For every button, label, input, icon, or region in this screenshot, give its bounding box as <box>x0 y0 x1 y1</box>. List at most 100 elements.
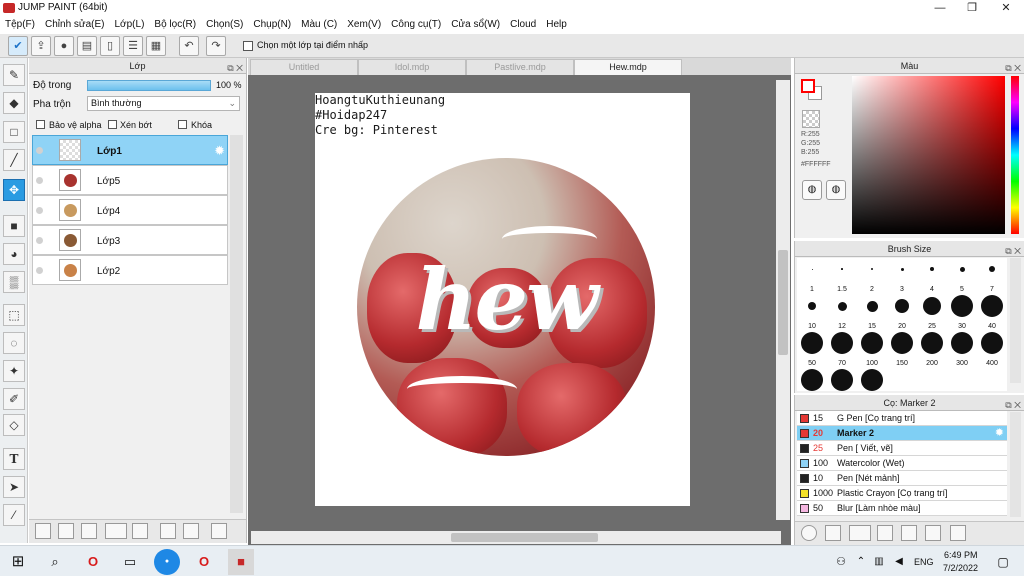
brush-list-item[interactable]: 100 Watercolor (Wet) <box>797 456 1007 471</box>
brush-size-cell[interactable]: 1.5 <box>827 258 857 293</box>
duplicate-brush-icon[interactable] <box>925 525 941 541</box>
trash-icon[interactable] <box>211 523 227 539</box>
brush-size-cell[interactable]: 1 <box>797 258 827 293</box>
brush-size-cell[interactable]: 7 <box>977 258 1007 293</box>
brush-size-cell[interactable]: 200 <box>917 332 947 367</box>
brush-list-item[interactable]: 1000 Plastic Crayon [Cọ trang trí] <box>797 486 1007 501</box>
comment-box-icon[interactable]: ▤ <box>77 36 97 56</box>
shape-icon[interactable]: □ <box>3 121 25 143</box>
canvas-horizontal-scroll-thumb[interactable] <box>451 533 598 542</box>
new-layer-1bit-icon[interactable] <box>81 523 97 539</box>
menu-layer[interactable]: Lớp(L) <box>110 16 150 34</box>
canvas-vertical-scroll-thumb[interactable] <box>778 250 788 355</box>
panel-float-icon[interactable]: ⧉ ✕ <box>1005 60 1021 76</box>
folder-icon[interactable] <box>901 525 917 541</box>
volume-icon[interactable]: ◀ <box>886 549 912 575</box>
explorer-icon[interactable]: ▭ <box>117 549 143 575</box>
trash-icon[interactable] <box>950 525 966 541</box>
menu-select[interactable]: Chọn(S) <box>201 16 248 34</box>
brush-size-cell[interactable]: 40 <box>977 295 1007 330</box>
layer-row[interactable]: Lớp4 <box>32 195 228 225</box>
panel-float-icon[interactable]: ⧉ ✕ <box>1005 397 1021 413</box>
fill-square-icon[interactable]: ■ <box>3 215 25 237</box>
protect-alpha-checkbox[interactable] <box>36 120 45 129</box>
menu-file[interactable]: Tệp(F) <box>0 16 40 34</box>
brush-size-cell[interactable]: 2 <box>857 258 887 293</box>
menu-window[interactable]: Cửa sổ(W) <box>446 16 505 34</box>
menu-edit[interactable]: Chỉnh sửa(E) <box>40 16 110 34</box>
brush-size-cell[interactable]: 25 <box>917 295 947 330</box>
new-layer-icon[interactable] <box>35 523 51 539</box>
zalo-icon[interactable]: ● <box>154 549 180 575</box>
brush-list-item[interactable]: 15 G Pen [Cọ trang trí] <box>797 411 1007 426</box>
select-pen-icon[interactable]: ✐ <box>3 388 25 410</box>
maximize-button[interactable]: ❐ <box>956 0 988 16</box>
clip-checkbox[interactable] <box>108 120 117 129</box>
menu-help[interactable]: Help <box>541 16 572 34</box>
search-icon[interactable]: ⌕ <box>42 549 68 575</box>
brush-size-cell[interactable]: 15 <box>857 295 887 330</box>
brush-list-scrollbar[interactable] <box>1010 412 1021 517</box>
document-icon[interactable]: ▯ <box>100 36 120 56</box>
gear-icon[interactable]: ✹ <box>995 426 1004 440</box>
visibility-icon[interactable] <box>36 207 43 214</box>
brush-list-item[interactable]: 20 Marker 2 ✹ <box>797 426 1007 441</box>
layer-row[interactable]: Lớp3 <box>32 225 228 255</box>
hue-slider[interactable] <box>1011 76 1019 234</box>
transparent-swatch[interactable] <box>802 110 820 128</box>
brush-size-cell[interactable]: 50 <box>797 332 827 367</box>
layer-row[interactable]: Lớp2 <box>32 255 228 285</box>
brush-icon[interactable]: ✎ <box>3 64 25 86</box>
speech-bubble-icon[interactable]: ● <box>54 36 74 56</box>
checklist-icon[interactable]: ▦ <box>146 36 166 56</box>
tab-pastlive[interactable]: Pastlive.mdp <box>466 59 574 75</box>
brush-size-cell[interactable]: 4 <box>917 258 947 293</box>
opacity-slider[interactable] <box>87 80 211 91</box>
brush-size-cell[interactable]: 150 <box>887 332 917 367</box>
layer-row[interactable]: Lớp1 ✹ <box>32 135 228 165</box>
tab-idol[interactable]: Idol.mdp <box>358 59 466 75</box>
new-brush-icon[interactable] <box>825 525 841 541</box>
windows-start-icon[interactable]: ⊞ <box>5 549 31 575</box>
magic-wand-icon[interactable]: ✦ <box>3 360 25 382</box>
tab-untitled[interactable]: Untitled <box>250 59 358 75</box>
minimize-button[interactable]: — <box>924 0 956 16</box>
rect-select-icon[interactable]: ⬚ <box>3 304 25 326</box>
brush-size-cell[interactable]: 300 <box>947 332 977 367</box>
export-icon[interactable]: ⇪ <box>31 36 51 56</box>
palette-settings-icon[interactable]: ◍ <box>826 180 846 200</box>
pick-layer-checkbox[interactable] <box>243 41 253 51</box>
menu-color[interactable]: Màu (C) <box>296 16 342 34</box>
visibility-icon[interactable] <box>36 177 43 184</box>
gear-icon[interactable]: ✹ <box>214 143 225 159</box>
undo-icon[interactable]: ↶ <box>179 36 199 56</box>
brush-size-cell[interactable]: 70 <box>827 332 857 367</box>
move-icon[interactable]: ✥ <box>3 179 25 201</box>
blend-mode-select[interactable]: Bình thường ⌄ <box>87 96 240 111</box>
lock-checkbox[interactable] <box>178 120 187 129</box>
brush-size-cell[interactable]: 3 <box>887 258 917 293</box>
duplicate-layer-icon[interactable] <box>160 523 176 539</box>
tab-hew[interactable]: Hew.mdp <box>574 59 682 75</box>
opera-icon[interactable]: O <box>80 549 106 575</box>
brush-list-item[interactable]: 50 Blur [Làm nhòe màu] <box>797 501 1007 516</box>
merge-layer-icon[interactable] <box>183 523 199 539</box>
gradient-icon[interactable]: ▒ <box>3 271 25 293</box>
panel-float-icon[interactable]: ⧉ ✕ <box>227 60 243 76</box>
language-indicator[interactable]: ENG <box>914 557 934 567</box>
brush-size-cell[interactable]: 400 <box>977 332 1007 367</box>
menu-capture[interactable]: Chụp(N) <box>248 16 296 34</box>
notification-icon[interactable]: ▢ <box>990 549 1016 575</box>
visibility-icon[interactable] <box>36 147 43 154</box>
check-badge-icon[interactable]: ✔ <box>8 36 28 56</box>
brush-list-item[interactable]: 10 Pen [Nét mảnh] <box>797 471 1007 486</box>
visibility-icon[interactable] <box>36 237 43 244</box>
eyedropper-icon[interactable]: ⁄ <box>3 504 25 526</box>
brush-size-cell[interactable]: 12 <box>827 295 857 330</box>
brush-size-cell[interactable]: 5 <box>947 258 977 293</box>
menu-filter[interactable]: Bộ lọc(R) <box>149 16 201 34</box>
brush-size-cell[interactable]: 20 <box>887 295 917 330</box>
lasso-icon[interactable]: ◌ <box>3 332 25 354</box>
line-icon[interactable]: ╱ <box>3 149 25 171</box>
brush-size-cell[interactable]: 100 <box>857 332 887 367</box>
